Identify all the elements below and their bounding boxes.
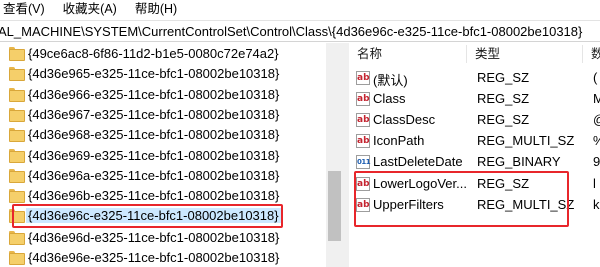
values-highlight [354,171,569,227]
folder-icon [9,231,25,245]
address-bar[interactable]: AL_MACHINE\SYSTEM\CurrentControlSet\Cont… [0,20,600,42]
value-data: l [593,176,596,191]
tree-item-label: {4d36e965-e325-11ce-bfc1-08002be10318} [28,65,280,81]
value-name: LastDeleteDate [373,154,463,169]
value-name: IconPath [373,133,425,148]
tree-item[interactable]: {4d36e96a-e325-11ce-bfc1-08002be10318} [0,165,330,185]
tree-item[interactable]: {49ce6ac8-6f86-11d2-b1e5-0080c72e74a2} [0,43,330,63]
value-data: k [593,197,600,212]
tree-item[interactable]: {4d36e969-e325-11ce-bfc1-08002be10318} [0,145,330,165]
value-data: @ [593,112,600,127]
address-path: AL_MACHINE\SYSTEM\CurrentControlSet\Cont… [0,23,583,39]
value-type: REG_SZ [477,91,530,106]
values-list: 名称 类型 数 ab (默认) REG_SZ ( ab Class REG_SZ… [349,43,600,267]
folder-icon [9,251,25,265]
folder-icon [9,169,25,183]
string-value-icon: ab [356,71,370,85]
selected-key-highlight [12,204,283,228]
tree-item-label: {4d36e969-e325-11ce-bfc1-08002be10318} [28,147,280,163]
string-value-icon: ab [356,134,370,148]
tree-item-label: {4d36e966-e325-11ce-bfc1-08002be10318} [28,86,280,102]
tree-item[interactable]: {4d36e96d-e325-11ce-bfc1-08002be10318} [0,227,330,247]
value-type: REG_BINARY [477,154,561,169]
folder-icon [9,67,25,81]
menu-help[interactable]: 帮助(H) [132,0,182,19]
string-value-icon: ab [356,113,370,127]
folder-icon [9,189,25,203]
value-data: % [593,133,600,148]
tree-item-label: {4d36e967-e325-11ce-bfc1-08002be10318} [28,106,280,122]
column-header-name[interactable]: 名称 [357,43,382,65]
binary-value-icon: 011 [356,155,371,169]
tree-item[interactable]: {4d36e96b-e325-11ce-bfc1-08002be10318} [0,185,330,205]
value-row[interactable]: ab IconPath REG_MULTI_SZ % [349,131,600,152]
menu-favorites[interactable]: 收藏夹(A) [60,0,122,19]
tree-scrollbar[interactable] [326,43,343,267]
tree-item[interactable]: {4d36e967-e325-11ce-bfc1-08002be10318} [0,104,330,124]
folder-icon [9,149,25,163]
menu-bar: 查看(V) 收藏夹(A) 帮助(H) [0,0,600,19]
value-data: 9 [593,154,600,169]
folder-icon [9,88,25,102]
folder-icon [9,108,25,122]
value-name: (默认) [373,73,408,88]
tree-item[interactable]: {4d36e965-e325-11ce-bfc1-08002be10318} [0,63,330,83]
value-row[interactable]: 011 LastDeleteDate REG_BINARY 9 [349,152,600,173]
menu-view[interactable]: 查看(V) [0,0,50,19]
folder-icon [9,128,25,142]
value-row[interactable]: ab Class REG_SZ M [349,89,600,110]
tree-item[interactable]: {4d36e968-e325-11ce-bfc1-08002be10318} [0,124,330,144]
value-type: REG_SZ [477,112,530,127]
tree-item-label: {4d36e968-e325-11ce-bfc1-08002be10318} [28,126,280,142]
value-name: ClassDesc [373,112,436,127]
value-row[interactable]: ab ClassDesc REG_SZ @ [349,110,600,131]
tree-item-label: {4d36e96d-e325-11ce-bfc1-08002be10318} [28,229,280,245]
registry-tree: {49ce6ac8-6f86-11d2-b1e5-0080c72e74a2} {… [0,43,342,267]
scrollbar-thumb[interactable] [328,171,341,241]
tree-item-label: {4d36e96a-e325-11ce-bfc1-08002be10318} [28,167,280,183]
string-value-icon: ab [356,92,370,106]
value-data: ( [593,70,598,85]
column-divider[interactable] [466,45,467,63]
value-type: REG_MULTI_SZ [477,133,575,148]
column-header-type[interactable]: 类型 [475,43,500,65]
tree-item[interactable]: {4d36e96e-e325-11ce-bfc1-08002be10318} [0,247,330,267]
tree-item-label: {4d36e96b-e325-11ce-bfc1-08002be10318} [28,187,280,203]
tree-item-label: {49ce6ac8-6f86-11d2-b1e5-0080c72e74a2} [28,45,279,61]
value-type: REG_SZ [477,70,530,85]
folder-icon [9,47,25,61]
value-name: Class [373,91,406,106]
tree-item-label: {4d36e96e-e325-11ce-bfc1-08002be10318} [28,249,280,265]
column-divider[interactable] [582,45,583,63]
value-data: M [593,91,600,106]
tree-item[interactable]: {4d36e966-e325-11ce-bfc1-08002be10318} [0,84,330,104]
value-row[interactable]: ab (默认) REG_SZ ( [349,68,600,89]
column-header-data[interactable]: 数 [591,43,600,65]
